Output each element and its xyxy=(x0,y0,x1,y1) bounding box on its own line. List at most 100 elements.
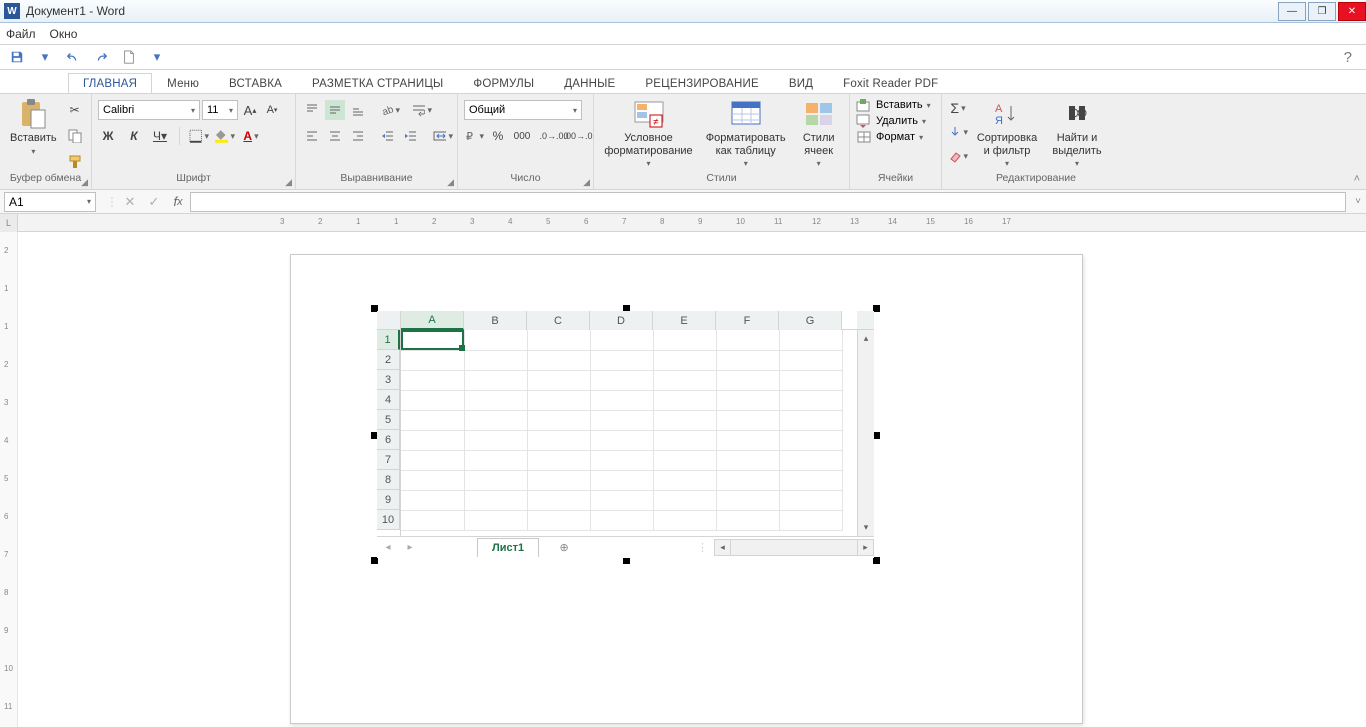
cell[interactable] xyxy=(527,450,590,470)
cell[interactable] xyxy=(401,350,464,370)
align-top-button[interactable] xyxy=(302,100,322,120)
cell[interactable] xyxy=(779,330,842,350)
cell[interactable] xyxy=(464,350,527,370)
cell[interactable] xyxy=(779,490,842,510)
clipboard-dialog-launcher[interactable]: ◢ xyxy=(81,177,88,188)
font-dialog-launcher[interactable]: ◢ xyxy=(285,177,292,188)
minimize-button[interactable]: — xyxy=(1278,2,1306,21)
tab-menu[interactable]: Меню xyxy=(152,73,214,93)
cell[interactable] xyxy=(716,390,779,410)
scroll-down-button[interactable]: ▾ xyxy=(858,519,874,536)
column-header[interactable]: B xyxy=(464,311,527,330)
cell[interactable] xyxy=(464,330,527,350)
row-header[interactable]: 10 xyxy=(377,510,400,530)
row-header[interactable]: 7 xyxy=(377,450,400,470)
cell[interactable] xyxy=(527,330,590,350)
align-middle-button[interactable] xyxy=(325,100,345,120)
clear-button[interactable] xyxy=(948,146,968,166)
column-header[interactable]: E xyxy=(653,311,716,330)
align-bottom-button[interactable] xyxy=(348,100,368,120)
row-header[interactable]: 9 xyxy=(377,490,400,510)
cell[interactable] xyxy=(590,450,653,470)
formula-input[interactable] xyxy=(190,192,1346,212)
cell[interactable] xyxy=(401,390,464,410)
cell[interactable] xyxy=(779,510,842,530)
vertical-scrollbar[interactable]: ▴ ▾ xyxy=(857,330,874,536)
resize-handle[interactable] xyxy=(873,305,880,312)
accounting-format-button[interactable]: ₽ xyxy=(464,126,484,146)
number-format-combo[interactable]: Общий▾ xyxy=(464,100,582,120)
cell[interactable] xyxy=(653,470,716,490)
decrease-font-button[interactable]: A▾ xyxy=(262,100,282,120)
cell[interactable] xyxy=(716,410,779,430)
column-header[interactable]: G xyxy=(779,311,842,330)
cell[interactable] xyxy=(590,410,653,430)
cell[interactable] xyxy=(401,510,464,530)
comma-format-button[interactable]: 000 xyxy=(512,126,532,146)
cell[interactable] xyxy=(716,490,779,510)
cell[interactable] xyxy=(401,410,464,430)
cell[interactable] xyxy=(716,450,779,470)
cell[interactable] xyxy=(401,450,464,470)
cut-button[interactable]: ✂ xyxy=(65,100,85,120)
maximize-button[interactable]: ❐ xyxy=(1308,2,1336,21)
hscroll-track[interactable] xyxy=(731,539,857,556)
cell[interactable] xyxy=(401,490,464,510)
tab-insert[interactable]: ВСТАВКА xyxy=(214,73,297,93)
select-all-cell[interactable] xyxy=(377,311,401,330)
cell[interactable] xyxy=(590,510,653,530)
paste-button[interactable]: Вставить ▾ xyxy=(6,96,61,158)
resize-handle[interactable] xyxy=(873,432,880,439)
cell[interactable] xyxy=(527,370,590,390)
format-painter-button[interactable] xyxy=(65,152,85,172)
cell[interactable] xyxy=(401,370,464,390)
enter-formula-button[interactable]: ✓ xyxy=(142,192,166,212)
cell[interactable] xyxy=(590,390,653,410)
increase-indent-button[interactable] xyxy=(401,126,421,146)
wrap-text-button[interactable] xyxy=(412,100,432,120)
expand-formula-bar[interactable]: ˅ xyxy=(1350,196,1366,207)
save-button[interactable] xyxy=(6,47,28,67)
cell[interactable] xyxy=(779,450,842,470)
format-cells-button[interactable]: Формат xyxy=(876,131,915,143)
cell[interactable] xyxy=(527,350,590,370)
cell[interactable] xyxy=(716,370,779,390)
decrease-indent-button[interactable] xyxy=(378,126,398,146)
cell[interactable] xyxy=(464,450,527,470)
format-as-table-button[interactable]: Форматировать как таблицу▾ xyxy=(701,96,790,170)
tab-layout[interactable]: РАЗМЕТКА СТРАНИЦЫ xyxy=(297,73,458,93)
cell[interactable] xyxy=(779,470,842,490)
name-box[interactable]: A1▾ xyxy=(4,192,96,212)
cell[interactable] xyxy=(464,390,527,410)
cell[interactable] xyxy=(716,470,779,490)
cell[interactable] xyxy=(590,490,653,510)
cell[interactable] xyxy=(527,390,590,410)
cell[interactable] xyxy=(464,370,527,390)
cell[interactable] xyxy=(590,430,653,450)
cell[interactable] xyxy=(779,370,842,390)
insert-function-button[interactable]: fx xyxy=(166,192,190,212)
undo-button[interactable] xyxy=(62,47,84,67)
add-sheet-button[interactable]: ⊕ xyxy=(553,541,575,554)
hscroll-left[interactable]: ◂ xyxy=(714,539,731,556)
cell[interactable] xyxy=(590,470,653,490)
find-select-button[interactable]: Найти и выделить▾ xyxy=(1046,96,1108,170)
cell[interactable] xyxy=(653,390,716,410)
cell[interactable] xyxy=(716,430,779,450)
cell[interactable] xyxy=(464,470,527,490)
increase-decimal-button[interactable]: .0→.00 xyxy=(544,126,564,146)
cell[interactable] xyxy=(464,510,527,530)
conditional-formatting-button[interactable]: ≠ Условное форматирование▾ xyxy=(600,96,697,170)
cell[interactable] xyxy=(527,410,590,430)
qat-more[interactable]: ▾ xyxy=(146,47,168,67)
vertical-ruler[interactable]: 211234567891011 xyxy=(0,232,18,727)
italic-button[interactable]: К xyxy=(124,126,144,146)
cancel-formula-button[interactable]: ✕ xyxy=(118,192,142,212)
alignment-dialog-launcher[interactable]: ◢ xyxy=(447,177,454,188)
delete-cells-button[interactable]: Удалить xyxy=(876,115,918,127)
tab-data[interactable]: ДАННЫЕ xyxy=(549,73,630,93)
sort-filter-button[interactable]: АЯ Сортировка и фильтр▾ xyxy=(972,96,1042,170)
align-center-button[interactable] xyxy=(325,126,345,146)
resize-handle[interactable] xyxy=(371,557,378,564)
cell[interactable] xyxy=(464,430,527,450)
